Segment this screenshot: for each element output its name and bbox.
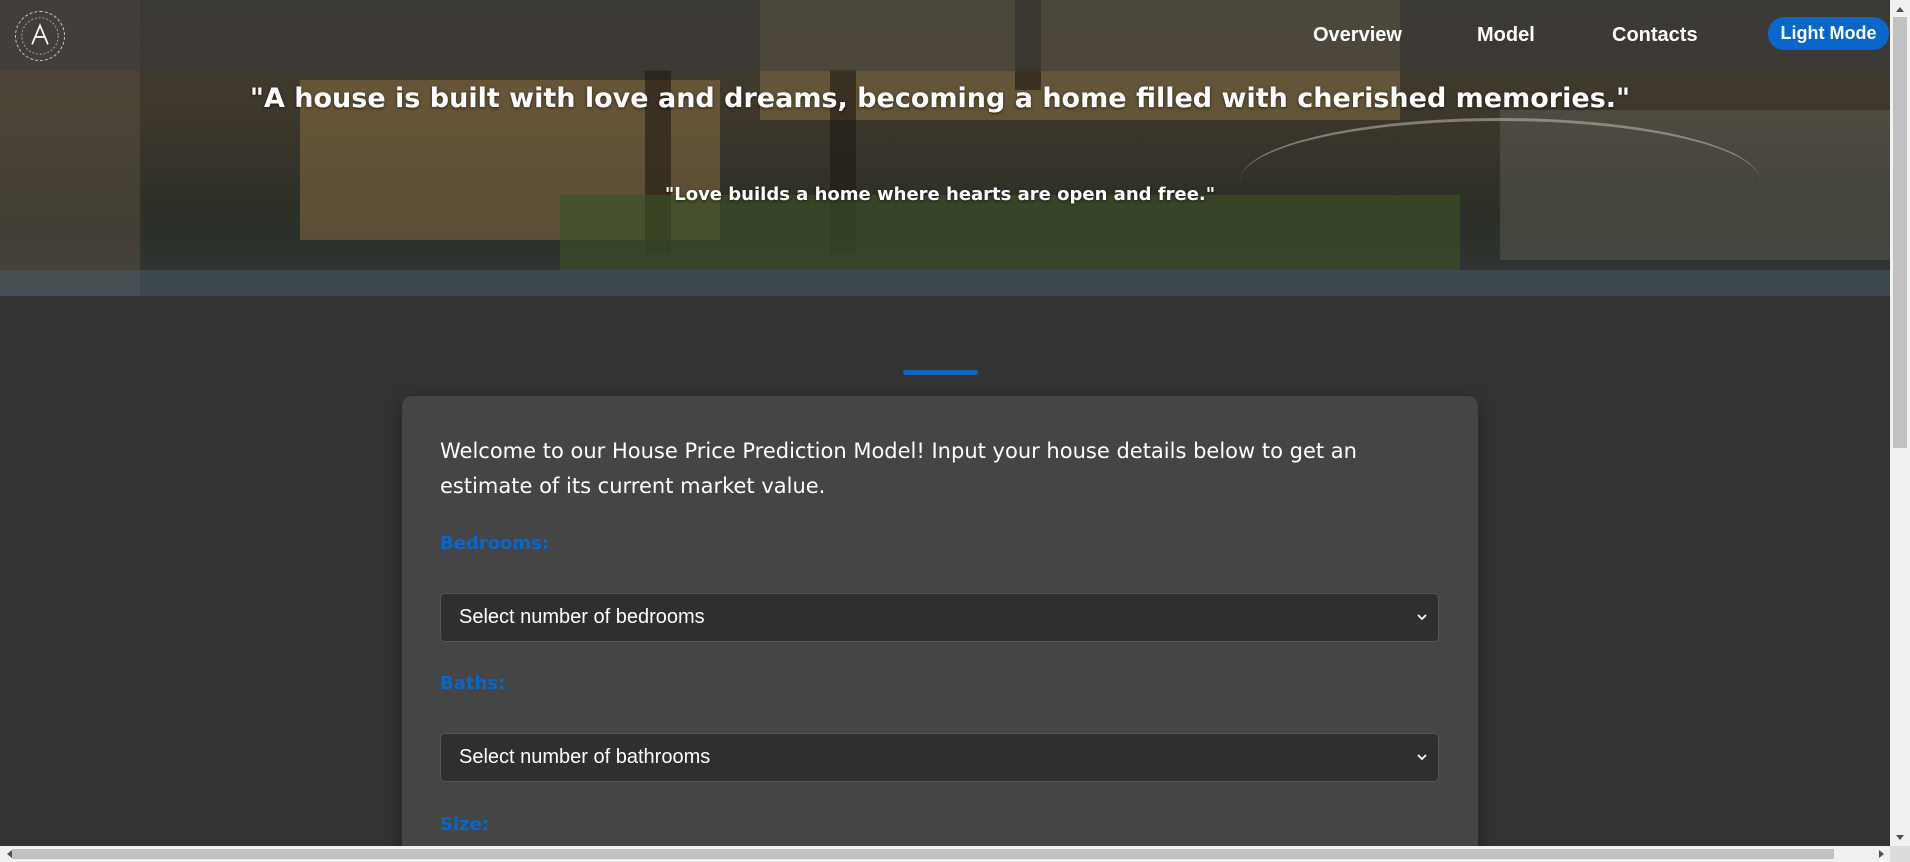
bedrooms-label: Bedrooms: — [440, 533, 550, 554]
nav-link-model[interactable]: Model — [1477, 24, 1535, 47]
page: "A house is built with love and dreams, … — [0, 0, 1910, 862]
nav-link-contacts[interactable]: Contacts — [1612, 24, 1698, 47]
nav-link-overview[interactable]: Overview — [1313, 24, 1402, 47]
vertical-scroll-thumb[interactable] — [1893, 17, 1907, 448]
hero-quote-sub: "Love builds a home where hearts are ope… — [664, 184, 1216, 205]
circular-logo-letter-a-icon — [21, 17, 59, 55]
hero-quote-main: "A house is built with love and dreams, … — [249, 83, 1631, 114]
logo[interactable] — [15, 11, 65, 61]
chevron-down-icon — [1417, 754, 1427, 761]
scroll-up-arrow-icon[interactable] — [1890, 0, 1910, 17]
scrollbar-corner — [1890, 846, 1910, 862]
vertical-scrollbar[interactable] — [1890, 0, 1910, 846]
size-label: Size: — [440, 814, 490, 835]
bedrooms-select-value: Select number of bedrooms — [459, 606, 705, 628]
horizontal-scroll-thumb[interactable] — [12, 849, 1834, 859]
baths-select[interactable]: Select number of bathrooms — [440, 733, 1439, 782]
prediction-form-card: Welcome to our House Price Prediction Mo… — [402, 396, 1478, 862]
scroll-right-arrow-icon[interactable] — [1873, 846, 1890, 862]
light-mode-toggle-button[interactable]: Light Mode — [1768, 17, 1889, 50]
form-intro-text: Welcome to our House Price Prediction Mo… — [440, 439, 1357, 498]
scroll-down-arrow-icon[interactable] — [1890, 829, 1910, 846]
baths-select-value: Select number of bathrooms — [459, 746, 711, 768]
chevron-down-icon — [1417, 614, 1427, 621]
bedrooms-select[interactable]: Select number of bedrooms — [440, 593, 1439, 642]
baths-label: Baths: — [440, 673, 506, 694]
section-accent-divider — [903, 370, 978, 375]
horizontal-scrollbar[interactable] — [0, 846, 1890, 862]
top-navbar: Overview Model Contacts Light Mode — [0, 0, 1890, 71]
